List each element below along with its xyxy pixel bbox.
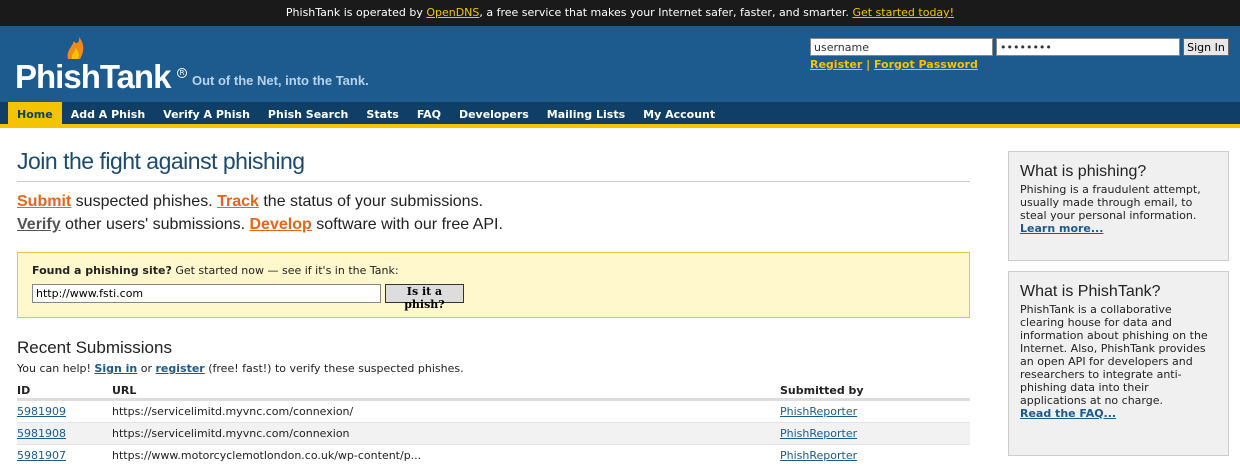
registered-mark: R	[177, 68, 187, 78]
submission-url: https://www.motorcyclemotlondon.co.uk/wp…	[112, 449, 422, 462]
what-is-phishtank-box: What is PhishTank? PhishTank is a collab…	[1008, 271, 1229, 456]
what-is-phishing-body: Phishing is a fraudulent attempt, usuall…	[1020, 183, 1217, 235]
column-header-id: ID	[17, 384, 31, 397]
intro-line-2: Verify other users' submissions. Develop…	[17, 216, 503, 234]
opendns-link[interactable]: OpenDNS	[426, 6, 479, 19]
track-link[interactable]: Track	[217, 193, 259, 210]
nav-developers[interactable]: Developers	[450, 102, 538, 128]
phishtank-logo[interactable]: PhishTank	[15, 58, 171, 96]
intro-text-1: suspected phishes.	[71, 193, 218, 210]
submitter-link[interactable]: PhishReporter	[780, 423, 857, 445]
nav-mailing-lists[interactable]: Mailing Lists	[538, 102, 634, 128]
username-input[interactable]	[810, 38, 993, 56]
top-notice-bar: PhishTank is operated by OpenDNS, a free…	[0, 0, 1240, 26]
phish-check-label-rest: Get started now — see if it's in the Tan…	[171, 264, 399, 277]
verify-link[interactable]: Verify	[17, 216, 61, 233]
nav-my-account[interactable]: My Account	[634, 102, 724, 128]
url-check-input[interactable]	[32, 284, 381, 303]
register-inline-link[interactable]: register	[156, 362, 205, 375]
is-it-a-phish-button[interactable]: Is it a phish?	[385, 284, 464, 311]
develop-link[interactable]: Develop	[250, 216, 312, 233]
help-text-after: (free! fast!) to verify these suspected …	[204, 362, 464, 375]
nav-phish-search[interactable]: Phish Search	[259, 102, 357, 128]
title-divider	[17, 181, 970, 182]
learn-more-link[interactable]: Learn more...	[1020, 222, 1103, 235]
tagline: Out of the Net, into the Tank.	[192, 73, 369, 88]
main-nav: Home Add A Phish Verify A Phish Phish Se…	[0, 102, 1240, 128]
what-is-phishtank-text: PhishTank is a collaborative clearing ho…	[1020, 303, 1208, 407]
submission-id-link[interactable]: 5981909	[17, 401, 66, 423]
notice-text-before: PhishTank is operated by	[285, 6, 427, 19]
password-input[interactable]	[996, 38, 1180, 56]
submission-url: https://servicelimitd.myvnc.com/connexio…	[112, 405, 354, 418]
sign-in-button[interactable]: Sign In	[1183, 38, 1229, 56]
help-text-or: or	[137, 362, 156, 375]
intro-text-4: software with our free API.	[311, 216, 503, 233]
what-is-phishing-box: What is phishing? Phishing is a fraudule…	[1008, 151, 1229, 261]
link-separator: |	[862, 58, 874, 71]
what-is-phishing-title: What is phishing?	[1020, 163, 1147, 180]
register-link[interactable]: Register	[810, 58, 862, 71]
nav-stats[interactable]: Stats	[357, 102, 407, 128]
table-row: 5981909 https://servicelimitd.myvnc.com/…	[17, 401, 970, 423]
login-links: Register | Forgot Password	[810, 58, 978, 71]
nav-home[interactable]: Home	[8, 102, 62, 128]
column-header-submitted-by: Submitted by	[780, 384, 864, 397]
intro-text-3: other users' submissions.	[60, 216, 250, 233]
submit-link[interactable]: Submit	[17, 193, 71, 210]
submission-id-link[interactable]: 5981907	[17, 445, 66, 466]
read-the-faq-link[interactable]: Read the FAQ...	[1020, 407, 1116, 420]
phish-check-label: Found a phishing site? Get started now —…	[32, 264, 399, 277]
nav-verify-a-phish[interactable]: Verify A Phish	[154, 102, 259, 128]
notice-text-middle: , a free service that makes your Interne…	[479, 6, 853, 19]
nav-faq[interactable]: FAQ	[408, 102, 450, 128]
recent-submissions-help: You can help! Sign in or register (free!…	[17, 362, 464, 375]
submitter-link[interactable]: PhishReporter	[780, 401, 857, 423]
recent-submissions-table: ID URL Submitted by 5981909 https://serv…	[17, 381, 970, 466]
forgot-password-link[interactable]: Forgot Password	[874, 58, 978, 71]
column-header-url: URL	[112, 384, 137, 397]
get-started-link[interactable]: Get started today!	[852, 6, 954, 19]
what-is-phishtank-body: PhishTank is a collaborative clearing ho…	[1020, 303, 1217, 420]
table-header-row: ID URL Submitted by	[17, 381, 970, 401]
intro-line-1: Submit suspected phishes. Track the stat…	[17, 193, 483, 211]
what-is-phishtank-title: What is PhishTank?	[1020, 283, 1161, 300]
table-row: 5981907 https://www.motorcyclemotlondon.…	[17, 445, 970, 466]
intro-text-2: the status of your submissions.	[258, 193, 484, 210]
site-header: PhishTank R Out of the Net, into the Tan…	[0, 26, 1240, 102]
what-is-phishing-text: Phishing is a fraudulent attempt, usuall…	[1020, 183, 1201, 222]
recent-submissions-title: Recent Submissions	[17, 338, 172, 357]
submitter-link[interactable]: PhishReporter	[780, 445, 857, 466]
phish-check-label-bold: Found a phishing site?	[32, 264, 172, 277]
help-text-before: You can help!	[17, 362, 95, 375]
page-title: Join the fight against phishing	[17, 148, 305, 174]
phish-check-box: Found a phishing site? Get started now —…	[17, 252, 970, 318]
submission-url: https://servicelimitd.myvnc.com/connexio…	[112, 427, 350, 440]
submission-id-link[interactable]: 5981908	[17, 423, 66, 445]
nav-add-a-phish[interactable]: Add A Phish	[62, 102, 154, 128]
table-row: 5981908 https://servicelimitd.myvnc.com/…	[17, 423, 970, 445]
sign-in-link[interactable]: Sign in	[94, 362, 137, 375]
